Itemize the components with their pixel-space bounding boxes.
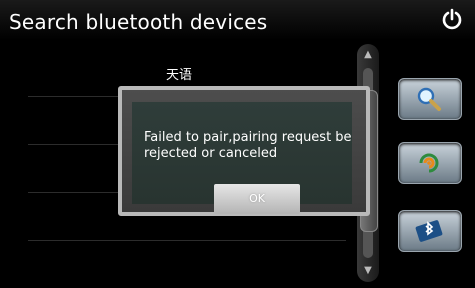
title-bar: Search bluetooth devices — [0, 0, 475, 40]
pair-icon — [419, 153, 439, 173]
bluetooth-icon — [415, 220, 443, 242]
scroll-down-icon[interactable]: ▼ — [357, 262, 379, 280]
device-name: 天语 — [166, 68, 193, 83]
ok-button[interactable]: OK — [214, 184, 300, 214]
row-divider — [28, 240, 346, 241]
dialog-body: Failed to pair,pairing request be reject… — [132, 102, 352, 214]
pair-button[interactable] — [398, 142, 462, 184]
pair-failed-dialog: Failed to pair,pairing request be reject… — [118, 86, 370, 216]
bluetooth-button[interactable] — [398, 210, 462, 252]
search-button[interactable] — [398, 78, 462, 120]
scroll-up-icon[interactable]: ▲ — [357, 46, 379, 64]
power-icon[interactable] — [441, 8, 463, 30]
page-title: Search bluetooth devices — [9, 10, 268, 34]
search-icon — [417, 87, 441, 111]
dialog-message: Failed to pair,pairing request be reject… — [144, 130, 352, 161]
